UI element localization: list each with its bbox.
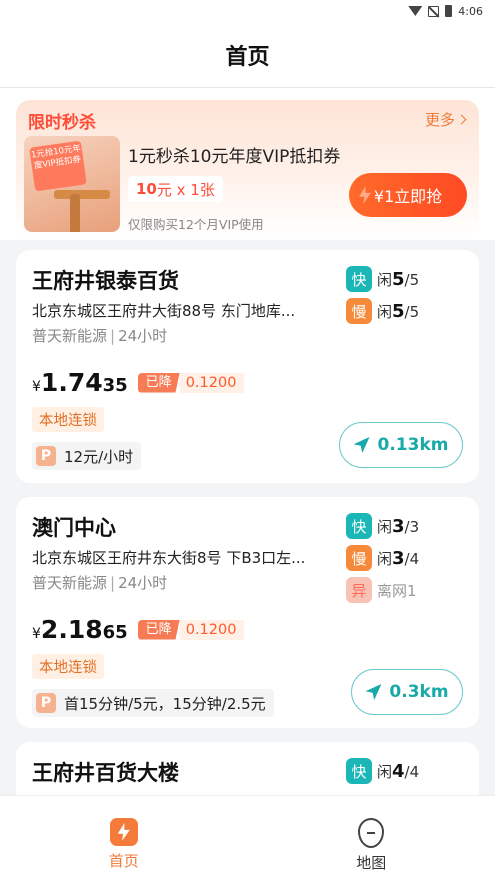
port-fast: 快 闲4/4 bbox=[346, 758, 419, 784]
parking-fee: P 12元/小时 bbox=[32, 442, 142, 470]
port-status: 快 闲3/3 慢 闲3/4 异 离网1 bbox=[346, 513, 419, 609]
station-address: 北京东城区王府井东大街8号 下B3口左... bbox=[32, 549, 306, 567]
navigation-arrow-icon bbox=[353, 437, 370, 453]
chain-tag: 本地连锁 bbox=[32, 407, 104, 432]
coupon-amount: 10 bbox=[136, 180, 157, 198]
distance-label: 0.13km bbox=[377, 435, 449, 455]
flash-sale-card[interactable]: 限时秒杀 更多 1元抢10元年度VIP抵扣券 1元秒杀10元年度VIP抵扣券 1… bbox=[16, 100, 479, 238]
station-hours: 24小时 bbox=[118, 327, 168, 345]
station-price: ¥2.18 65 已降 0.1200 bbox=[32, 615, 463, 644]
tab-home[interactable]: 首页 bbox=[0, 796, 248, 880]
slow-charge-badge: 慢 bbox=[346, 545, 372, 571]
bolt-icon bbox=[359, 186, 371, 204]
abnormal-badge: 异 bbox=[346, 577, 372, 603]
fast-charge-badge: 快 bbox=[346, 758, 372, 784]
flash-sale-section: 限时秒杀 更多 1元抢10元年度VIP抵扣券 1元秒杀10元年度VIP抵扣券 1… bbox=[0, 88, 495, 240]
coupon-unit: 元 x 1张 bbox=[156, 180, 215, 199]
charge-icon bbox=[109, 818, 138, 846]
coupon-name: 1元秒杀10元年度VIP抵扣券 bbox=[128, 147, 341, 167]
parking-icon: P bbox=[36, 693, 56, 713]
station-card[interactable]: 王府井银泰百货 北京东城区王府井大街88号 东门地库... 普天新能源 | 24小时… bbox=[16, 250, 479, 483]
page-title: 首页 bbox=[225, 44, 270, 70]
more-label: 更多 bbox=[424, 111, 455, 129]
port-fast: 快 闲5/5 bbox=[346, 266, 419, 292]
no-signal-icon bbox=[428, 5, 440, 17]
price-drop-badge: 已降 0.1200 bbox=[137, 619, 245, 641]
navigate-button[interactable]: 0.13km bbox=[339, 422, 463, 468]
wifi-icon bbox=[408, 6, 423, 16]
parking-fee: P 首15分钟/5元，15分钟/2.5元 bbox=[32, 689, 274, 717]
buy-now-label: ¥1立即抢 bbox=[373, 187, 443, 206]
port-status: 快 闲4/4 bbox=[346, 758, 419, 790]
buy-now-button[interactable]: ¥1立即抢 bbox=[349, 173, 467, 217]
port-slow: 慢 闲3/4 bbox=[346, 545, 419, 571]
status-time: 4:06 bbox=[458, 4, 483, 18]
tab-map[interactable]: 地图 bbox=[248, 796, 495, 880]
more-link[interactable]: 更多 bbox=[424, 109, 467, 130]
port-slow: 慢 闲5/5 bbox=[346, 298, 419, 324]
station-price: ¥1.74 35 已降 0.1200 bbox=[32, 368, 463, 397]
port-abnormal: 异 离网1 bbox=[346, 577, 419, 603]
coupon-note: 仅限购买12个月VIP使用 bbox=[128, 217, 264, 232]
parking-icon: P bbox=[36, 446, 56, 466]
fast-charge-badge: 快 bbox=[346, 266, 372, 292]
header: 首页 bbox=[0, 22, 495, 88]
distance-label: 0.3km bbox=[389, 682, 449, 702]
navigate-button[interactable]: 0.3km bbox=[351, 669, 463, 715]
coupon-image-text: 1元抢10元年度VIP抵扣券 bbox=[29, 140, 87, 192]
price-drop-badge: 已降 0.1200 bbox=[137, 372, 245, 394]
tab-home-label: 首页 bbox=[108, 852, 139, 870]
slow-charge-badge: 慢 bbox=[346, 298, 372, 324]
station-hours: 24小时 bbox=[118, 574, 168, 592]
fast-charge-badge: 快 bbox=[346, 513, 372, 539]
tab-map-label: 地图 bbox=[356, 854, 387, 872]
port-status: 快 闲5/5 慢 闲5/5 bbox=[346, 266, 419, 330]
flash-sale-title: 限时秒杀 bbox=[28, 113, 96, 133]
navigation-arrow-icon bbox=[365, 684, 382, 700]
station-list: 王府井银泰百货 北京东城区王府井大街88号 东门地库... 普天新能源 | 24小时… bbox=[0, 240, 495, 880]
chain-tag: 本地连锁 bbox=[32, 654, 104, 679]
bottom-tab-bar: 首页 地图 bbox=[0, 795, 495, 880]
battery-icon bbox=[445, 5, 453, 17]
port-fast: 快 闲3/3 bbox=[346, 513, 419, 539]
station-card[interactable]: 澳门中心 北京东城区王府井东大街8号 下B3口左... 普天新能源 | 24小时 快… bbox=[16, 497, 479, 728]
coupon-image: 1元抢10元年度VIP抵扣券 bbox=[24, 136, 120, 232]
coupon-price: 10 元 x 1张 bbox=[128, 176, 223, 202]
status-bar: 4:06 bbox=[0, 0, 495, 22]
map-pin-icon bbox=[358, 818, 385, 848]
chevron-right-icon bbox=[456, 114, 467, 125]
station-address: 北京东城区王府井大街88号 东门地库... bbox=[32, 302, 296, 320]
